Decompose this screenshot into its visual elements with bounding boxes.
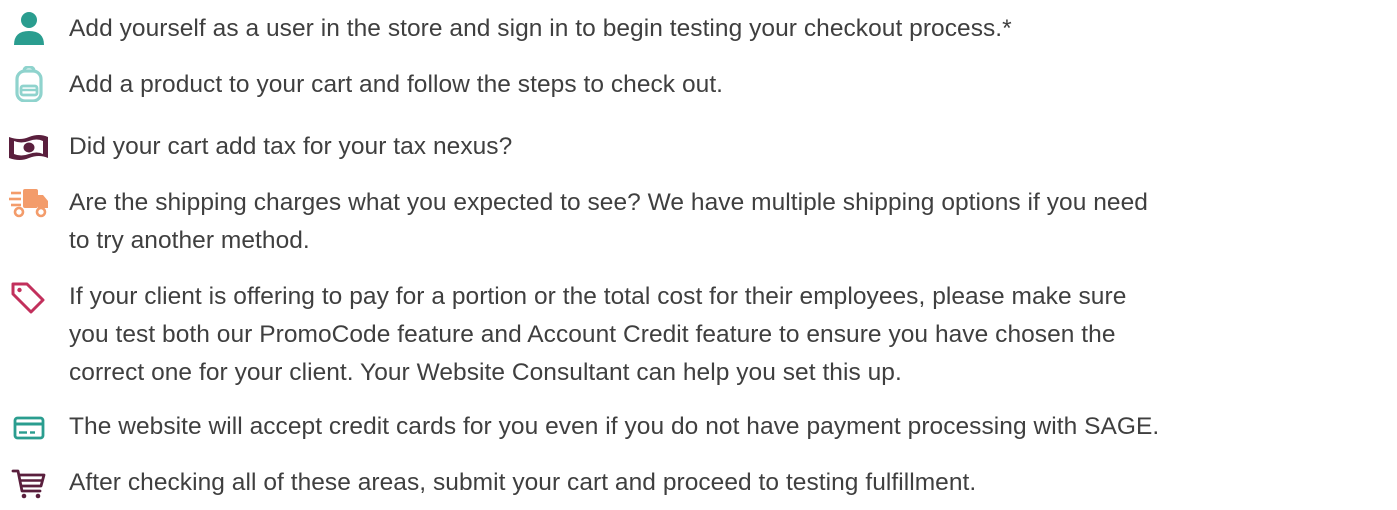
list-item-text: Add a product to your cart and follow th… [69, 71, 724, 98]
list-item-text: Are the shipping charges what you expect… [69, 184, 1393, 260]
list-item-text: Did your cart add tax for your tax nexus… [69, 133, 513, 160]
list-item-line: you test both our PromoCode feature and … [69, 321, 1116, 348]
checkout-testing-checklist: Add yourself as a user in the store and … [0, 0, 1397, 510]
user-icon [8, 10, 50, 46]
list-item-text: If your client is offering to pay for a … [69, 278, 1393, 392]
shipping-truck-icon [8, 184, 50, 220]
credit-card-icon [8, 408, 50, 444]
list-item-text: Add yourself as a user in the store and … [69, 15, 1012, 42]
list-item-text: After checking all of these areas, submi… [69, 469, 977, 496]
shopping-cart-icon [8, 464, 50, 500]
money-icon [8, 128, 50, 164]
list-item-line: correct one for your client. Your Websit… [69, 359, 902, 386]
price-tag-icon [8, 278, 50, 314]
list-item-line: to try another method. [69, 227, 310, 254]
list-item-line: If your client is offering to pay for a … [69, 283, 1127, 310]
backpack-icon [8, 66, 50, 102]
list-item-text: The website will accept credit cards for… [69, 413, 1160, 440]
list-item-line: Are the shipping charges what you expect… [69, 189, 1148, 216]
